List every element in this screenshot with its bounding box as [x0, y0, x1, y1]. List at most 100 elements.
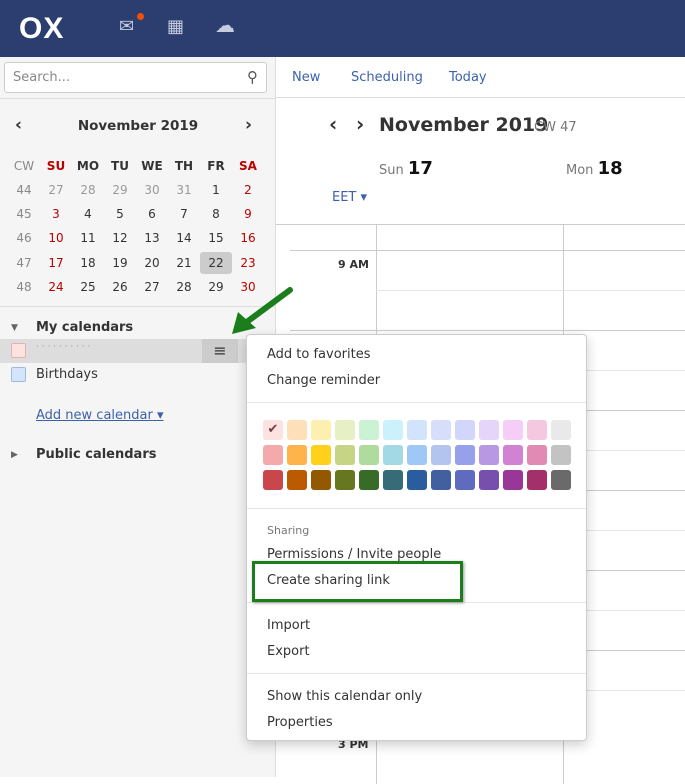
- color-swatch[interactable]: [479, 420, 499, 440]
- color-swatch[interactable]: [431, 470, 451, 490]
- day-cell[interactable]: 4: [72, 203, 104, 225]
- mail-icon[interactable]: ✉: [119, 16, 134, 37]
- next-week-button[interactable]: ›: [356, 112, 364, 136]
- color-swatch[interactable]: [527, 470, 547, 490]
- color-swatch[interactable]: [263, 445, 283, 465]
- day-cell[interactable]: 18: [72, 252, 104, 274]
- properties[interactable]: Properties: [267, 715, 333, 730]
- color-swatch[interactable]: [311, 445, 331, 465]
- permissions-invite-people[interactable]: Permissions / Invite people: [267, 547, 441, 562]
- day-cell[interactable]: 30: [136, 179, 168, 201]
- color-swatch[interactable]: [359, 445, 379, 465]
- prev-week-button[interactable]: ‹: [329, 112, 337, 136]
- day-cell[interactable]: 10: [40, 227, 72, 249]
- color-swatch[interactable]: [455, 445, 475, 465]
- day-cell[interactable]: 14: [168, 227, 200, 249]
- day-cell[interactable]: 9: [232, 203, 264, 225]
- day-cell[interactable]: 27: [40, 179, 72, 201]
- day-header-mon[interactable]: Mon 18: [566, 158, 623, 179]
- day-cell[interactable]: 27: [136, 276, 168, 298]
- day-cell[interactable]: 11: [72, 227, 104, 249]
- new-button[interactable]: New: [292, 70, 320, 85]
- color-swatch[interactable]: [503, 420, 523, 440]
- color-swatch[interactable]: [551, 445, 571, 465]
- day-cell[interactable]: 6: [136, 203, 168, 225]
- day-cell[interactable]: 28: [72, 179, 104, 201]
- calendar-color-swatch[interactable]: [11, 367, 26, 382]
- color-swatch[interactable]: [383, 445, 403, 465]
- color-swatch[interactable]: [527, 420, 547, 440]
- day-cell[interactable]: 19: [104, 252, 136, 274]
- color-swatch[interactable]: [503, 470, 523, 490]
- calendar-icon[interactable]: ▦: [167, 16, 184, 37]
- day-cell[interactable]: 29: [104, 179, 136, 201]
- color-swatch[interactable]: [359, 470, 379, 490]
- color-swatch[interactable]: [455, 470, 475, 490]
- show-this-calendar-only[interactable]: Show this calendar only: [267, 689, 422, 704]
- hamburger-menu-icon[interactable]: ≡: [202, 339, 238, 363]
- color-swatch[interactable]: [503, 445, 523, 465]
- change-reminder[interactable]: Change reminder: [267, 373, 380, 388]
- color-swatch[interactable]: [551, 470, 571, 490]
- today-button[interactable]: Today: [449, 70, 487, 85]
- day-cell[interactable]: 12: [104, 227, 136, 249]
- day-cell[interactable]: 5: [104, 203, 136, 225]
- collapse-icon[interactable]: ▼: [11, 323, 18, 333]
- color-swatch[interactable]: [407, 470, 427, 490]
- color-swatch[interactable]: [383, 470, 403, 490]
- day-cell[interactable]: 17: [40, 252, 72, 274]
- day-cell[interactable]: 21: [168, 252, 200, 274]
- day-cell[interactable]: 20: [136, 252, 168, 274]
- day-cell[interactable]: 28: [168, 276, 200, 298]
- cloud-icon[interactable]: ☁: [215, 13, 235, 37]
- calendar-item[interactable]: · · · · · · · · · · ≡: [0, 339, 276, 363]
- color-swatch[interactable]: [431, 420, 451, 440]
- color-swatch[interactable]: [383, 420, 403, 440]
- color-swatch[interactable]: [479, 445, 499, 465]
- next-month-button[interactable]: ›: [245, 115, 252, 135]
- day-cell[interactable]: 13: [136, 227, 168, 249]
- color-swatch[interactable]: [407, 420, 427, 440]
- color-swatch[interactable]: [335, 470, 355, 490]
- day-cell[interactable]: 1: [200, 179, 232, 201]
- color-swatch[interactable]: [311, 470, 331, 490]
- color-swatch[interactable]: [311, 420, 331, 440]
- color-swatch[interactable]: [263, 470, 283, 490]
- minical-title[interactable]: November 2019: [0, 118, 276, 134]
- public-calendars-header[interactable]: Public calendars: [36, 447, 156, 462]
- day-cell[interactable]: 15: [200, 227, 232, 249]
- search-input[interactable]: Search... ⚲: [4, 62, 267, 93]
- color-swatch[interactable]: [407, 445, 427, 465]
- color-swatch[interactable]: [551, 420, 571, 440]
- day-cell[interactable]: 31: [168, 179, 200, 201]
- color-swatch[interactable]: [431, 445, 451, 465]
- day-cell[interactable]: 23: [232, 252, 264, 274]
- color-swatch[interactable]: [359, 420, 379, 440]
- calendar-color-swatch[interactable]: [11, 343, 26, 358]
- import[interactable]: Import: [267, 618, 310, 633]
- color-swatch[interactable]: ✔: [263, 420, 283, 440]
- day-cell[interactable]: 8: [200, 203, 232, 225]
- day-cell[interactable]: 16: [232, 227, 264, 249]
- color-swatch[interactable]: [287, 470, 307, 490]
- ox-logo[interactable]: OX: [19, 12, 64, 46]
- day-cell[interactable]: 26: [104, 276, 136, 298]
- day-cell[interactable]: 24: [40, 276, 72, 298]
- add-to-favorites[interactable]: Add to favorites: [267, 347, 371, 362]
- scheduling-button[interactable]: Scheduling: [351, 70, 423, 85]
- color-swatch[interactable]: [287, 445, 307, 465]
- timezone-dropdown[interactable]: EET ▾: [332, 190, 367, 205]
- color-swatch[interactable]: [335, 420, 355, 440]
- my-calendars-header[interactable]: My calendars: [36, 320, 133, 335]
- day-cell[interactable]: 25: [72, 276, 104, 298]
- day-cell[interactable]: 2: [232, 179, 264, 201]
- color-swatch[interactable]: [335, 445, 355, 465]
- add-new-calendar-link[interactable]: Add new calendar ▾: [36, 408, 164, 423]
- color-swatch[interactable]: [287, 420, 307, 440]
- day-header-sun[interactable]: Sun 17: [379, 158, 433, 179]
- day-cell[interactable]: 7: [168, 203, 200, 225]
- color-swatch[interactable]: [527, 445, 547, 465]
- search-icon[interactable]: ⚲: [247, 68, 258, 86]
- calendar-item[interactable]: Birthdays: [0, 363, 276, 387]
- export[interactable]: Export: [267, 644, 310, 659]
